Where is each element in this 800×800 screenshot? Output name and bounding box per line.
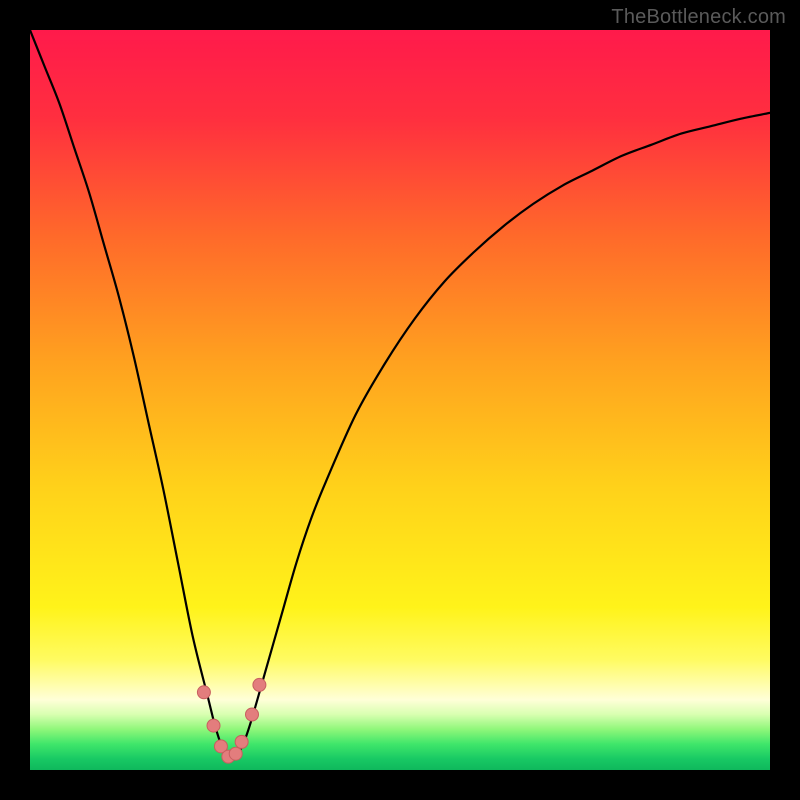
near-minimum-markers [197, 678, 266, 763]
bottleneck-curve [30, 30, 770, 759]
watermark-text: TheBottleneck.com [611, 6, 786, 29]
marker-dot [229, 747, 242, 760]
marker-dot [235, 735, 248, 748]
marker-dot [246, 708, 259, 721]
marker-dot [197, 686, 210, 699]
curve-layer [30, 30, 770, 770]
plot-area [30, 30, 770, 770]
marker-dot [207, 719, 220, 732]
marker-dot [253, 678, 266, 691]
chart-stage: TheBottleneck.com [0, 0, 800, 800]
